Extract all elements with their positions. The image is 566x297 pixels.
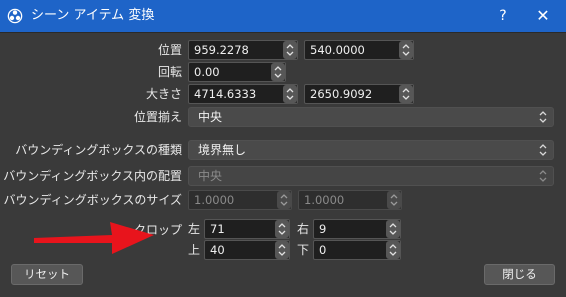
- crop-bottom-input[interactable]: 0: [313, 240, 401, 260]
- position-x-input[interactable]: 959.2278: [188, 40, 298, 60]
- rotation-input[interactable]: 0.00: [188, 62, 286, 82]
- crop-top-input[interactable]: 40: [204, 240, 290, 260]
- close-window-button[interactable]: ✕: [520, 0, 566, 32]
- size-label: 大きさ: [145, 87, 182, 101]
- close-button[interactable]: 閉じる: [484, 264, 555, 285]
- size-height-input[interactable]: 2650.9092: [304, 84, 414, 104]
- crop-right-input[interactable]: 9: [313, 219, 401, 239]
- spin-up-down-icon: [387, 191, 401, 209]
- position-y-input[interactable]: 540.0000: [304, 40, 414, 60]
- spin-up-down-icon[interactable]: [386, 241, 400, 259]
- reset-button[interactable]: リセット: [11, 264, 83, 285]
- crop-top-label: 上: [187, 243, 200, 257]
- position-label: 位置: [157, 43, 182, 57]
- alignment-select[interactable]: 中央: [188, 107, 554, 127]
- bounds-size-label: バウンディングボックスのサイズ: [3, 193, 182, 207]
- bounds-width-input: 1.0000: [188, 190, 292, 210]
- combo-arrow-icon: [539, 111, 547, 123]
- spin-up-down-icon[interactable]: [275, 220, 289, 238]
- bounds-type-label: バウンディングボックスの種類: [15, 143, 182, 157]
- bounds-type-select[interactable]: 境界無し: [188, 140, 554, 160]
- crop-bottom-label: 下: [296, 243, 309, 257]
- title-bar: シーン アイテム 変換 ? ✕: [0, 0, 566, 32]
- combo-arrow-icon: [539, 170, 547, 182]
- rotation-label: 回転: [157, 65, 182, 79]
- window-title: シーン アイテム 変換: [31, 8, 155, 23]
- spin-up-down-icon[interactable]: [386, 220, 400, 238]
- spin-up-down-icon[interactable]: [283, 41, 297, 59]
- crop-left-label: 左: [187, 222, 200, 236]
- alignment-label: 位置揃え: [133, 110, 182, 124]
- bounds-alignment-select: 中央: [188, 166, 554, 186]
- spin-up-down-icon[interactable]: [271, 63, 285, 81]
- combo-arrow-icon: [539, 144, 547, 156]
- crop-right-label: 右: [296, 222, 309, 236]
- crop-left-input[interactable]: 71: [204, 219, 290, 239]
- spin-up-down-icon[interactable]: [283, 85, 297, 103]
- spin-up-down-icon[interactable]: [399, 41, 413, 59]
- bounds-alignment-label: バウンディングボックス内の配置: [3, 169, 182, 183]
- size-width-input[interactable]: 4714.6333: [188, 84, 298, 104]
- red-arrow-annotation: [34, 222, 154, 254]
- spin-up-down-icon[interactable]: [399, 85, 413, 103]
- spin-up-down-icon[interactable]: [275, 241, 289, 259]
- obs-logo-icon: [7, 8, 23, 24]
- spin-up-down-icon: [277, 191, 291, 209]
- bounds-height-input: 1.0000: [298, 190, 402, 210]
